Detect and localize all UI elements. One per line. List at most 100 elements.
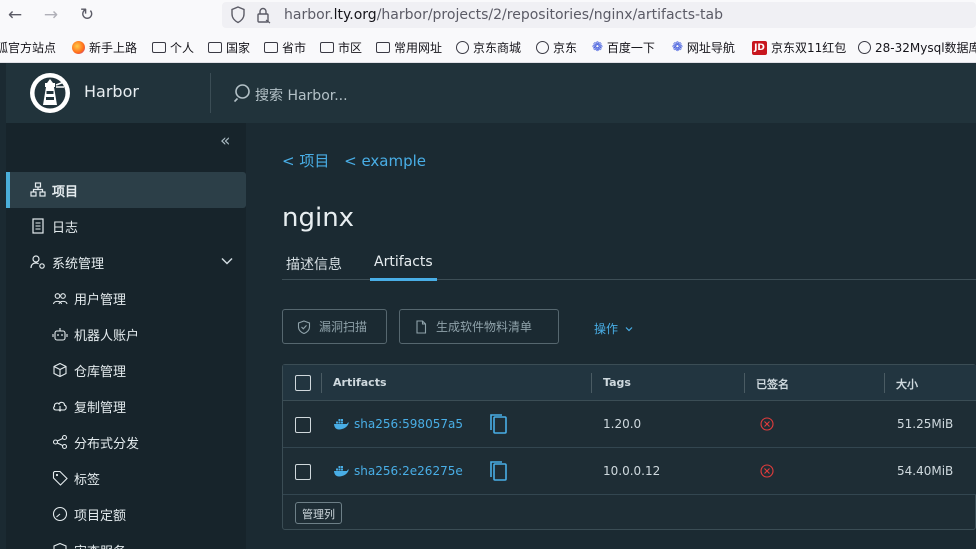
sidebar-item-scan-service[interactable]: 审查服务 xyxy=(6,532,246,549)
baidu-paw-icon: ❁ xyxy=(672,40,683,55)
sidebar-item-label: 审查服务 xyxy=(74,541,126,549)
artifacts-table: Artifacts Tags 已签名 大小 sha256:598057a5 1.… xyxy=(282,364,976,530)
quota-icon xyxy=(52,506,68,522)
bookmark-item[interactable]: 狐官方站点 xyxy=(0,39,56,56)
chevron-down-icon[interactable] xyxy=(220,254,234,268)
unsigned-x-icon xyxy=(760,464,774,478)
folder-icon xyxy=(320,42,334,53)
column-separator[interactable] xyxy=(744,373,745,393)
sidebar-item-label: 标签 xyxy=(74,472,101,488)
column-header-tags[interactable]: Tags xyxy=(603,376,631,389)
column-header-signed[interactable]: 已签名 xyxy=(756,376,789,392)
actions-dropdown[interactable]: 操作 xyxy=(594,320,634,337)
collapse-sidebar-icon[interactable]: « xyxy=(220,132,230,150)
harbor-logo-icon[interactable] xyxy=(30,73,70,113)
lock-icon[interactable] xyxy=(255,6,271,24)
sidebar-item-project-quotas[interactable]: 项目定额 xyxy=(6,496,246,532)
shield-icon[interactable] xyxy=(230,6,246,24)
column-separator[interactable] xyxy=(884,373,885,393)
artifact-size: 54.40MiB xyxy=(897,464,954,478)
bookmark-folder[interactable]: 省市 xyxy=(264,39,306,56)
bookmark-folder[interactable]: 个人 xyxy=(152,39,194,56)
jd-icon: JD xyxy=(752,40,767,55)
bookmark-folder[interactable]: 市区 xyxy=(320,39,362,56)
sidebar-item-label: 复制管理 xyxy=(74,400,127,416)
sidebar-item-distributions[interactable]: 分布式分发 xyxy=(6,424,246,460)
bookmarks-bar: 狐官方站点 新手上路 个人 国家 省市 市区 常用网址 京东商城 京东 ❁ 百度一… xyxy=(0,30,976,63)
bookmark-item[interactable]: 京东商城 xyxy=(456,39,521,56)
unsigned-x-icon xyxy=(760,417,774,431)
copy-icon[interactable] xyxy=(488,413,508,435)
column-separator[interactable] xyxy=(591,373,592,393)
sidebar-item-replications[interactable]: 复制管理 xyxy=(6,388,246,424)
breadcrumb-example-link[interactable]: < example xyxy=(344,152,426,170)
artifact-tag: 10.0.0.12 xyxy=(603,464,661,478)
tab-artifacts[interactable]: Artifacts xyxy=(370,254,437,281)
column-header-artifacts[interactable]: Artifacts xyxy=(333,376,387,389)
globe-icon xyxy=(456,41,469,54)
select-all-checkbox[interactable] xyxy=(295,375,311,391)
distribution-icon xyxy=(52,434,68,450)
address-bar[interactable]: harbor.lty.org/harbor/projects/2/reposit… xyxy=(222,2,976,28)
sidebar-item-robot-accounts[interactable]: 机器人账户 xyxy=(6,316,246,352)
table-row: sha256:2e26275e 10.0.0.12 54.40MiB xyxy=(283,448,976,495)
sidebar-item-label: 日志 xyxy=(52,220,79,236)
sidebar-item-admin[interactable]: 系统管理 xyxy=(6,244,246,280)
generate-sbom-button[interactable]: 生成软件物料清单 xyxy=(399,309,559,344)
tab-info[interactable]: 描述信息 xyxy=(282,254,346,282)
scan-button-label: 漏洞扫描 xyxy=(319,320,368,334)
manage-columns-button[interactable]: 管理列 xyxy=(295,502,342,524)
sidebar-item-label: 项目定额 xyxy=(74,508,127,524)
bookmark-item[interactable]: ❁ 网址导航 xyxy=(672,39,735,56)
bookmark-item[interactable]: 28-32Mysql数据库 xyxy=(858,39,976,56)
docker-icon xyxy=(334,419,349,430)
artifact-digest-link[interactable]: sha256:598057a5 xyxy=(354,417,463,431)
sidebar-item-label: 项目 xyxy=(52,184,79,200)
sidebar-item-label: 机器人账户 xyxy=(74,328,140,344)
sidebar-item-registries[interactable]: 仓库管理 xyxy=(6,352,246,388)
scan-icon xyxy=(53,542,67,549)
folder-icon xyxy=(264,42,278,53)
firefox-icon xyxy=(72,41,85,54)
sidebar-item-projects[interactable]: 项目 xyxy=(6,172,246,208)
projects-icon xyxy=(30,182,46,197)
folder-icon xyxy=(152,42,166,53)
copy-icon[interactable] xyxy=(488,460,508,482)
back-arrow-icon[interactable]: ← xyxy=(4,4,26,26)
scan-vulnerability-button[interactable]: 漏洞扫描 xyxy=(282,309,387,344)
row-checkbox[interactable] xyxy=(295,464,311,480)
row-checkbox[interactable] xyxy=(295,417,311,433)
table-footer: 管理列 xyxy=(283,495,976,531)
forward-arrow-icon[interactable]: → xyxy=(40,4,62,26)
column-header-size[interactable]: 大小 xyxy=(896,376,918,392)
globe-icon xyxy=(858,41,871,54)
bookmark-item[interactable]: JD 京东双11红包 xyxy=(752,39,846,56)
bookmark-item[interactable]: 新手上路 xyxy=(72,39,137,56)
log-icon xyxy=(32,218,44,234)
sidebar-item-logs[interactable]: 日志 xyxy=(6,208,246,244)
header-divider xyxy=(210,73,211,113)
sidebar-item-labels[interactable]: 标签 xyxy=(6,460,246,496)
app-header: Harbor 搜索 Harbor... xyxy=(6,63,976,123)
users-icon xyxy=(52,293,68,305)
repository-tabs: 描述信息 Artifacts xyxy=(282,248,976,282)
artifact-tag: 1.20.0 xyxy=(603,417,642,431)
bookmark-item[interactable]: ❁ 百度一下 xyxy=(592,39,655,56)
sidebar-item-users[interactable]: 用户管理 xyxy=(6,280,246,316)
table-row: sha256:598057a5 1.20.0 51.25MiB xyxy=(283,401,976,448)
sidebar-item-label: 分布式分发 xyxy=(74,436,140,452)
sidebar-item-label: 用户管理 xyxy=(74,292,127,308)
folder-icon xyxy=(208,42,222,53)
breadcrumb-projects-link[interactable]: < 项目 xyxy=(282,152,329,170)
registry-icon xyxy=(53,362,67,378)
bookmark-folder[interactable]: 常用网址 xyxy=(376,39,442,56)
bookmark-item[interactable]: 京东 xyxy=(536,39,577,56)
bookmark-folder[interactable]: 国家 xyxy=(208,39,250,56)
browser-toolbar: ← → ↻ harbor.lty.org/harbor/projects/2/r… xyxy=(0,0,976,30)
reload-icon[interactable]: ↻ xyxy=(76,4,98,26)
chevron-down-icon xyxy=(625,326,633,331)
search-input[interactable]: 搜索 Harbor... xyxy=(255,85,348,105)
artifact-digest-link[interactable]: sha256:2e26275e xyxy=(354,464,463,478)
search-icon[interactable] xyxy=(234,83,254,103)
replication-icon xyxy=(53,401,67,412)
